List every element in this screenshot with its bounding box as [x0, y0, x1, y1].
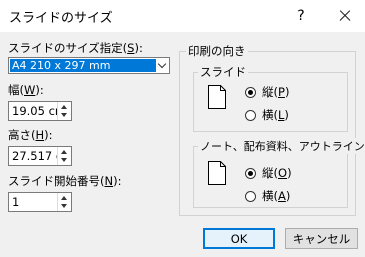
start-number-spinner[interactable]: 1 — [8, 192, 72, 212]
spin-down-icon[interactable] — [58, 202, 71, 211]
slides-portrait-radio[interactable]: 縦(P) — [245, 84, 289, 100]
dropdown-arrow-icon[interactable] — [157, 61, 167, 71]
slides-landscape-radio[interactable]: 横(L) — [245, 107, 289, 123]
help-button[interactable]: ? — [286, 0, 316, 32]
height-label: 高さ(H): — [8, 128, 53, 142]
orientation-title: 印刷の向き — [186, 43, 248, 59]
radio-selected-indicator[interactable] — [245, 167, 256, 179]
width-input[interactable]: 19.05 cm — [12, 104, 58, 118]
ok-button-label: OK — [230, 231, 248, 246]
notes-portrait-label: 縦(O) — [262, 166, 292, 180]
width-label: 幅(W): — [8, 83, 44, 97]
spin-down-icon[interactable] — [58, 156, 71, 165]
window-title: スライドのサイズ — [9, 11, 113, 26]
slide-size-dropdown[interactable]: A4 210 x 297 mm — [8, 57, 170, 74]
portrait-page-icon — [208, 161, 226, 185]
notes-landscape-radio[interactable]: 横(A) — [245, 188, 290, 204]
cancel-button-label: キャンセル — [292, 231, 351, 246]
slides-orientation-title: スライド — [198, 64, 248, 80]
start-number-label: スライド開始番号(N): — [8, 174, 122, 188]
slide-size-selected-value: A4 210 x 297 mm — [10, 59, 156, 72]
ok-button[interactable]: OK — [203, 228, 275, 249]
spin-up-icon[interactable] — [58, 147, 71, 156]
slides-portrait-label: 縦(P) — [262, 85, 290, 99]
radio-indicator[interactable] — [245, 109, 256, 121]
notes-orientation-title: ノート、配布資料、アウトライン — [198, 138, 365, 154]
height-spinner[interactable]: 27.517 cm — [8, 146, 72, 166]
notes-portrait-radio[interactable]: 縦(O) — [245, 165, 292, 181]
portrait-page-icon — [208, 85, 226, 109]
notes-landscape-label: 横(A) — [262, 189, 291, 203]
start-number-input[interactable]: 1 — [12, 195, 58, 209]
title-bar: スライドのサイズ ? — [0, 0, 365, 32]
spin-down-icon[interactable] — [58, 111, 71, 120]
cancel-button[interactable]: キャンセル — [285, 228, 358, 249]
spin-up-icon[interactable] — [58, 193, 71, 202]
slide-size-label: スライドのサイズ指定(S): — [8, 41, 143, 55]
question-icon: ? — [297, 8, 305, 24]
close-button[interactable] — [325, 0, 365, 32]
width-spinner[interactable]: 19.05 cm — [8, 101, 72, 121]
height-input[interactable]: 27.517 cm — [12, 149, 58, 163]
slides-landscape-label: 横(L) — [262, 108, 289, 122]
radio-indicator[interactable] — [245, 190, 256, 202]
radio-selected-indicator[interactable] — [245, 86, 256, 98]
spin-up-icon[interactable] — [58, 102, 71, 111]
